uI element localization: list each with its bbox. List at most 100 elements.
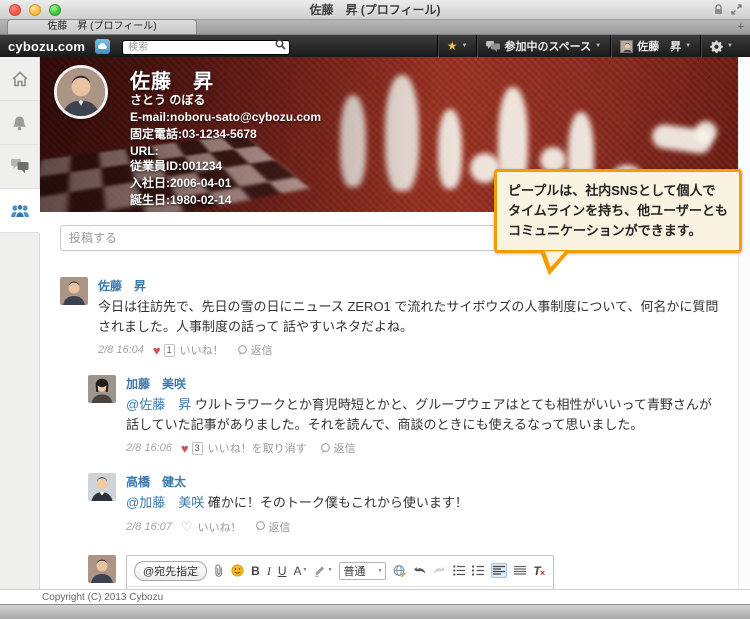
search-box (122, 37, 290, 55)
cybozu-logo[interactable]: cybozu.com (8, 39, 85, 54)
mention-link[interactable]: @加藤 美咲 (126, 495, 204, 510)
timeline-post: 佐藤 昇 今日は往訪先で、先日の雪の日にニュース ZERO1 で流れたサイボウズ… (60, 277, 722, 358)
reply-link[interactable]: 返信 (255, 519, 291, 535)
sidebar-item-messages[interactable] (0, 145, 39, 189)
timeline-post-reply: 高橋 健太 @加藤 美咲 確かに！そのトーク僕もこれから使います！ 2/8 16… (88, 473, 722, 535)
spaces-menu-label: 参加中のスペース (504, 38, 591, 54)
page-footer: Copyright (C) 2013 Cybozu (0, 589, 750, 604)
caret-down-icon: ▼ (303, 568, 308, 573)
user-avatar (620, 40, 633, 53)
reply-bubble-icon (237, 345, 248, 356)
post-text: @佐藤 昇 ウルトラワークとか育児時短とかと、グループウェアはとても相性がいいっ… (126, 395, 722, 434)
browser-window: 佐藤 昇 (プロフィール) 佐藤 昇 (プロフィール) + cybozu.com (0, 0, 750, 619)
align-justify-icon[interactable] (514, 565, 526, 576)
callout-text: ピープルは、社内SNSとして個人でタイムラインを持ち、他ユーザーともコミュニケー… (494, 169, 742, 253)
reply-bubble-icon (320, 443, 331, 454)
underline-button[interactable]: U (278, 565, 287, 577)
like-link[interactable]: いいね！ (198, 519, 242, 535)
user-menu[interactable]: 佐藤 昇 ▼ (610, 35, 700, 57)
numbered-list-icon[interactable] (472, 565, 484, 576)
like-heart-icon[interactable]: ♥ (153, 344, 161, 357)
bullet-list-icon[interactable] (453, 565, 465, 576)
profile-name: 佐藤 昇 (130, 65, 214, 94)
redo-icon[interactable] (433, 566, 446, 576)
star-icon: ★ (447, 40, 458, 52)
home-icon (11, 71, 29, 87)
callout-tail (540, 251, 570, 275)
post-timestamp: 2/8 16:06 (126, 442, 172, 454)
avatar[interactable] (88, 473, 116, 501)
like-heart-icon[interactable]: ♥ (181, 442, 189, 455)
bold-button[interactable]: B (251, 565, 260, 577)
bell-icon (12, 115, 27, 131)
unlike-link[interactable]: いいね！を取り消す (208, 440, 307, 456)
reply-text-input[interactable]: @高橋 健太結構使えるから、ネタとしてもっているといいと思うよ (127, 587, 553, 590)
search-icon[interactable] (275, 39, 286, 50)
sidebar-item-people[interactable] (0, 189, 40, 233)
profile-email: E-mail:noboru-sato@cybozu.com (130, 109, 321, 126)
undo-icon[interactable] (413, 566, 426, 576)
mention-recipient-button[interactable]: @宛先指定 (134, 561, 207, 581)
clear-format-button[interactable]: T× (533, 565, 546, 577)
caret-down-icon: ▼ (685, 43, 691, 49)
caret-down-icon: ▼ (327, 568, 332, 573)
profile-phone: 固定電話:03-1234-5678 (130, 126, 321, 143)
font-color-button[interactable]: A▼ (294, 565, 308, 577)
like-heart-outline-icon[interactable]: ♡ (181, 520, 193, 533)
caret-down-icon: ▼ (377, 568, 382, 574)
post-timestamp: 2/8 16:04 (98, 344, 144, 356)
post-author-link[interactable]: 佐藤 昇 (98, 277, 722, 294)
new-tab-button[interactable]: + (738, 20, 744, 35)
mention-link[interactable]: @佐藤 昇 (126, 397, 191, 412)
reply-editor: @宛先指定 B I U A▼ (88, 555, 722, 590)
user-menu-label: 佐藤 昇 (637, 38, 681, 54)
avatar[interactable] (60, 277, 88, 305)
like-count-badge: 3 (192, 442, 203, 455)
search-input[interactable] (122, 40, 290, 55)
highlight-button[interactable]: ▼ (314, 565, 332, 577)
reply-bubble-icon (255, 521, 266, 532)
app-launcher-icon[interactable] (95, 39, 110, 54)
post-text: @加藤 美咲 確かに！そのトーク僕もこれから使います！ (126, 493, 722, 513)
post-text: 今日は往訪先で、先日の雪の日にニュース ZERO1 で流れたサイボウズの人事制度… (98, 297, 722, 336)
gear-icon (710, 40, 723, 53)
spaces-menu[interactable]: 参加中のスペース ▼ (476, 35, 610, 57)
avatar[interactable] (88, 375, 116, 403)
profile-avatar[interactable] (54, 65, 108, 119)
post-author-link[interactable]: 加藤 美咲 (126, 375, 722, 392)
sidebar-item-home[interactable] (0, 57, 39, 101)
caret-down-icon: ▼ (462, 43, 468, 49)
scrollbar[interactable] (738, 57, 750, 589)
timeline-post-reply: 加藤 美咲 @佐藤 昇 ウルトラワークとか育児時短とかと、グループウェアはとても… (88, 375, 722, 456)
align-left-icon[interactable] (491, 563, 507, 578)
window-title: 佐藤 昇 (プロフィール) (0, 1, 750, 18)
browser-bottom-bar (0, 604, 750, 619)
profile-contact: E-mail:noboru-sato@cybozu.com 固定電話:03-12… (130, 109, 321, 160)
people-icon (10, 204, 30, 218)
spaces-icon (486, 41, 500, 52)
italic-button[interactable]: I (267, 565, 271, 577)
emoji-picker-icon[interactable] (231, 564, 244, 577)
like-link[interactable]: いいね！ (180, 342, 224, 358)
window-titlebar: 佐藤 昇 (プロフィール) (0, 0, 750, 20)
format-style-select[interactable]: 普通▼ (339, 562, 386, 580)
settings-menu[interactable]: ▼ (700, 35, 742, 57)
like-count-badge: 1 (164, 344, 175, 357)
reply-link[interactable]: 返信 (237, 342, 273, 358)
app-header: cybozu.com ★ ▼ 参加中のスペース ▼ (0, 35, 750, 57)
caret-down-icon: ▼ (727, 43, 733, 49)
insert-link-icon[interactable] (393, 564, 406, 577)
post-author-link[interactable]: 高橋 健太 (126, 473, 722, 490)
profile-details: 従業員ID:001234 入社日:2006-04-01 誕生日:1980-02-… (130, 158, 231, 209)
app-sidebar (0, 57, 40, 589)
avatar (88, 555, 116, 583)
profile-employee-id: 従業員ID:001234 (130, 158, 231, 175)
favorites-menu[interactable]: ★ ▼ (437, 35, 477, 57)
sidebar-item-notifications[interactable] (0, 101, 39, 145)
profile-birthday: 誕生日:1980-02-14 (130, 192, 231, 209)
attach-file-icon[interactable] (214, 564, 224, 578)
browser-tab[interactable]: 佐藤 昇 (プロフィール) (7, 19, 197, 34)
post-timestamp: 2/8 16:07 (126, 521, 172, 533)
reply-link[interactable]: 返信 (320, 440, 356, 456)
caret-down-icon: ▼ (595, 43, 601, 49)
